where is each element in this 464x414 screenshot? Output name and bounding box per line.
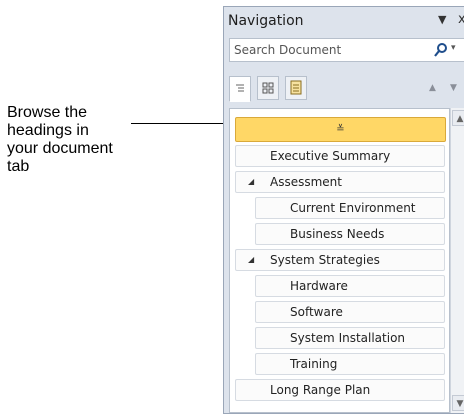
next-result-button[interactable]: ▼ [450,83,457,93]
callout-pointer-line [131,123,227,124]
selected-heading-item[interactable]: ≚ [235,117,446,142]
pane-menu-button[interactable]: ▼ [438,13,446,26]
scroll-down-button[interactable]: ▼ [452,395,464,411]
pane-close-button[interactable]: x [458,12,464,27]
heading-system-strategies[interactable]: ◢ System Strategies [235,249,445,271]
search-options-chevron-icon[interactable]: ▾ [451,43,456,53]
callout-line-4: tab [7,158,30,175]
navigation-pane: Navigation ▼ x Search Document ▾ ▲ ▼ ≚ E… [223,6,464,414]
pane-title: Navigation [228,13,304,29]
search-results-icon [290,80,302,95]
page-thumbnails-icon [262,82,274,94]
heading-business-needs[interactable]: Business Needs [255,223,445,245]
heading-hardware[interactable]: Hardware [255,275,445,297]
tab-browse-pages[interactable] [257,76,279,100]
tab-browse-headings[interactable] [229,76,251,102]
headings-scrollbar[interactable]: ▲ ▼ [450,108,464,413]
heading-label: System Strategies [270,253,380,267]
heading-current-environment[interactable]: Current Environment [255,197,445,219]
search-placeholder: Search Document [234,43,342,57]
expand-triangle-icon[interactable]: ◢ [248,250,254,270]
heading-label: Hardware [290,279,348,293]
heading-system-installation[interactable]: System Installation [255,327,445,349]
heading-label: System Installation [290,331,406,345]
callout-line-3: your document [7,140,113,157]
previous-result-button[interactable]: ▲ [429,83,436,93]
tab-browse-results[interactable] [285,76,307,100]
headings-icon [236,84,244,92]
heading-executive-summary[interactable]: Executive Summary [235,145,445,167]
headings-list: ≚ Executive Summary ◢ Assessment Current… [229,108,450,413]
search-icon[interactable] [434,42,448,58]
heading-label: Training [290,357,338,371]
callout-line-2: headings in [7,122,89,139]
heading-assessment[interactable]: ◢ Assessment [235,171,445,193]
heading-label: Executive Summary [270,149,391,163]
pane-tabs: ▲ ▼ [229,76,464,102]
pane-header: Navigation ▼ x [224,7,464,35]
heading-label: Software [290,305,343,319]
heading-label: Long Range Plan [270,383,371,397]
heading-label: Business Needs [290,227,385,241]
expand-triangle-icon[interactable]: ◢ [248,172,254,192]
heading-software[interactable]: Software [255,301,445,323]
heading-label: Current Environment [290,201,416,215]
heading-label: Assessment [270,175,342,189]
search-input[interactable]: Search Document ▾ [229,38,464,62]
scroll-up-button[interactable]: ▲ [452,110,464,126]
callout-text: Browse the headings in your document tab [7,104,137,176]
collapse-all-icon: ≚ [336,124,345,135]
callout-line-1: Browse the [7,104,88,121]
heading-long-range-plan[interactable]: Long Range Plan [235,379,445,401]
heading-training[interactable]: Training [255,353,445,375]
